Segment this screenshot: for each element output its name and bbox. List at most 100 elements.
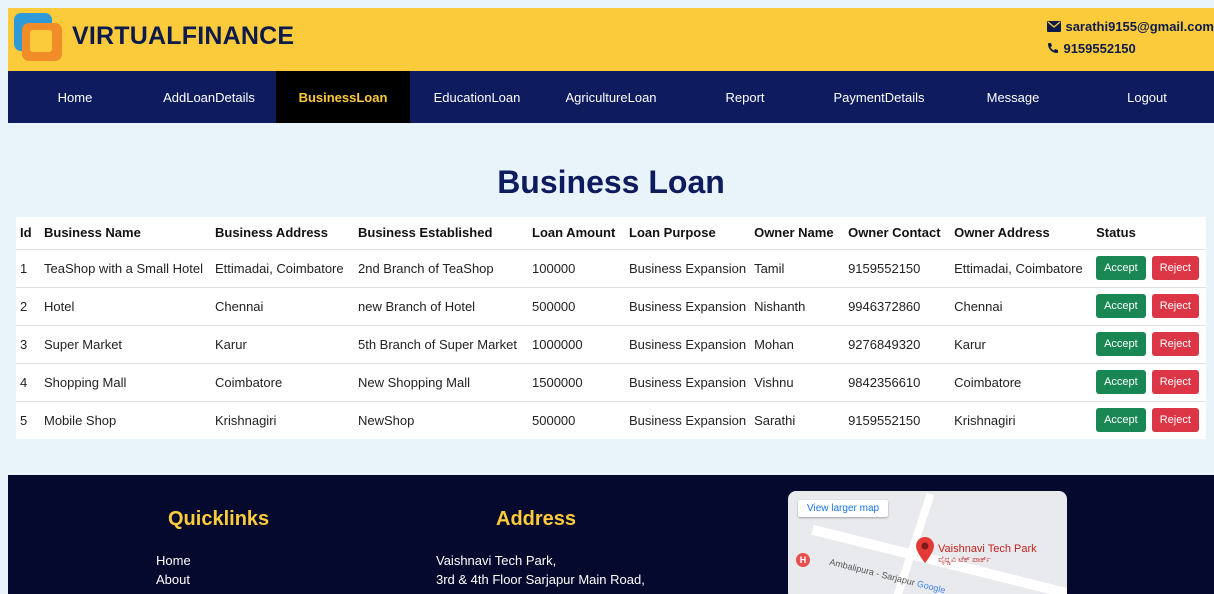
cell-business-address: Karur bbox=[211, 324, 354, 363]
hospital-icon: H bbox=[796, 553, 810, 567]
address-title: Address bbox=[496, 508, 577, 530]
loan-table: Id Business Name Business Address Busine… bbox=[16, 217, 1206, 439]
reject-button[interactable]: Reject bbox=[1151, 294, 1199, 318]
main-nav: Home AddLoanDetails BusinessLoan Educati… bbox=[8, 71, 1214, 123]
email-text[interactable]: sarathi9155@gmail.com bbox=[1065, 19, 1214, 34]
cell-business-name: Hotel bbox=[40, 286, 211, 325]
cell-status: Accept Reject bbox=[1092, 362, 1206, 401]
nav-business-loan[interactable]: BusinessLoan bbox=[276, 71, 410, 123]
cell-loan-purpose: Business Expansion bbox=[625, 286, 751, 325]
cell-owner-name: Nishanth bbox=[750, 286, 845, 325]
table-row: 2 Hotel Chennai new Branch of Hotel 5000… bbox=[16, 286, 1206, 325]
cell-owner-contact: 9159552150 bbox=[844, 248, 951, 287]
footer-link-home[interactable]: Home bbox=[156, 553, 191, 568]
cell-id: 3 bbox=[16, 324, 40, 363]
map-pin-icon bbox=[916, 537, 934, 563]
cell-status: Accept Reject bbox=[1092, 400, 1206, 439]
cell-owner-address: Karur bbox=[950, 324, 1093, 363]
nav-message[interactable]: Message bbox=[946, 71, 1080, 123]
phone-text[interactable]: 9159552150 bbox=[1063, 41, 1135, 56]
cell-business-address: Krishnagiri bbox=[211, 400, 354, 439]
accept-button[interactable]: Accept bbox=[1096, 332, 1146, 356]
address-line: 3rd & 4th Floor Sarjapur Main Road, bbox=[436, 572, 645, 587]
cell-owner-name: Vishnu bbox=[750, 362, 845, 401]
table-row: 4 Shopping Mall Coimbatore New Shopping … bbox=[16, 362, 1206, 401]
map-place-name: Vaishnavi Tech Park bbox=[938, 543, 1037, 555]
cell-business-name: Mobile Shop bbox=[40, 400, 211, 439]
col-header-owner-contact: Owner Contact bbox=[848, 225, 941, 241]
cell-owner-contact: 9946372860 bbox=[844, 286, 951, 325]
brand-name: VIRTUALFINANCE bbox=[72, 22, 295, 50]
cell-id: 1 bbox=[16, 248, 40, 287]
col-header-status: Status bbox=[1096, 225, 1136, 241]
nav-add-loan-details[interactable]: AddLoanDetails bbox=[142, 71, 276, 123]
cell-id: 5 bbox=[16, 400, 40, 439]
cell-status: Accept Reject bbox=[1092, 248, 1206, 287]
col-header-business-address: Business Address bbox=[215, 225, 328, 241]
map-provider-label: Google bbox=[915, 578, 947, 594]
cell-owner-contact: 9276849320 bbox=[844, 324, 951, 363]
table-row: 3 Super Market Karur 5th Branch of Super… bbox=[16, 324, 1206, 363]
page-title: Business Loan bbox=[497, 164, 725, 200]
accept-button[interactable]: Accept bbox=[1096, 294, 1146, 318]
nav-logout[interactable]: Logout bbox=[1080, 71, 1214, 123]
cell-loan-purpose: Business Expansion bbox=[625, 248, 751, 287]
cell-status: Accept Reject bbox=[1092, 286, 1206, 325]
cell-owner-address: Chennai bbox=[950, 286, 1093, 325]
cell-loan-purpose: Business Expansion bbox=[625, 400, 751, 439]
reject-button[interactable]: Reject bbox=[1151, 408, 1199, 433]
reject-button[interactable]: Reject bbox=[1151, 370, 1199, 394]
cell-business-established: new Branch of Hotel bbox=[354, 286, 528, 325]
accept-button[interactable]: Accept bbox=[1096, 408, 1146, 433]
col-header-business-established: Business Established bbox=[358, 225, 493, 241]
col-header-id: Id bbox=[20, 225, 32, 241]
cell-loan-purpose: Business Expansion bbox=[625, 324, 751, 363]
nav-home[interactable]: Home bbox=[8, 71, 142, 123]
reject-button[interactable]: Reject bbox=[1151, 256, 1199, 280]
cell-business-address: Ettimadai, Coimbatore bbox=[211, 248, 354, 287]
nav-payment-details[interactable]: PaymentDetails bbox=[812, 71, 946, 123]
col-header-loan-purpose: Loan Purpose bbox=[629, 225, 716, 241]
cell-owner-contact: 9842356610 bbox=[844, 362, 951, 401]
cell-business-address: Coimbatore bbox=[211, 362, 354, 401]
cell-business-address: Chennai bbox=[211, 286, 354, 325]
table-row: 5 Mobile Shop Krishnagiri NewShop 500000… bbox=[16, 400, 1206, 439]
cell-business-name: Super Market bbox=[40, 324, 211, 363]
cell-owner-name: Sarathi bbox=[750, 400, 845, 439]
nav-education-loan[interactable]: EducationLoan bbox=[410, 71, 544, 123]
cell-business-name: Shopping Mall bbox=[40, 362, 211, 401]
col-header-business-name: Business Name bbox=[44, 225, 141, 241]
col-header-loan-amount: Loan Amount bbox=[532, 225, 616, 241]
map-place-label: Vaishnavi Tech Park ವೈಷ್ಣವಿ ಟೆಕ್ ಪಾರ್ಕ್ bbox=[938, 543, 1037, 565]
nav-report[interactable]: Report bbox=[678, 71, 812, 123]
embedded-map[interactable]: View larger map H Vaishnavi Tech Park ವೈ… bbox=[788, 491, 1067, 594]
cell-loan-amount: 500000 bbox=[528, 286, 625, 325]
phone-row: 9159552150 bbox=[1047, 38, 1214, 58]
footer: Quicklinks Home About Address Vaishnavi … bbox=[8, 475, 1214, 594]
footer-link-about[interactable]: About bbox=[156, 572, 190, 587]
logo-icon bbox=[14, 13, 66, 65]
cell-loan-amount: 100000 bbox=[528, 248, 625, 287]
cell-owner-address: Krishnagiri bbox=[950, 400, 1093, 439]
email-row: sarathi9155@gmail.com bbox=[1047, 16, 1214, 36]
reject-button[interactable]: Reject bbox=[1151, 332, 1199, 356]
top-header: VIRTUALFINANCE sarathi9155@gmail.com 915… bbox=[8, 8, 1214, 71]
nav-agriculture-loan[interactable]: AgricultureLoan bbox=[544, 71, 678, 123]
accept-button[interactable]: Accept bbox=[1096, 370, 1146, 394]
phone-icon bbox=[1048, 43, 1059, 53]
col-header-owner-address: Owner Address bbox=[954, 225, 1050, 241]
address-line: Vaishnavi Tech Park, bbox=[436, 553, 557, 568]
cell-business-established: NewShop bbox=[354, 400, 528, 439]
cell-business-established: New Shopping Mall bbox=[354, 362, 528, 401]
cell-business-established: 2nd Branch of TeaShop bbox=[354, 248, 528, 287]
view-larger-map-link[interactable]: View larger map bbox=[798, 500, 889, 517]
accept-button[interactable]: Accept bbox=[1096, 256, 1146, 280]
cell-owner-address: Coimbatore bbox=[950, 362, 1093, 401]
cell-id: 4 bbox=[16, 362, 40, 401]
cell-status: Accept Reject bbox=[1092, 324, 1206, 363]
cell-owner-name: Tamil bbox=[750, 248, 845, 287]
cell-owner-name: Mohan bbox=[750, 324, 845, 363]
map-place-subtitle: ವೈಷ್ಣವಿ ಟೆಕ್ ಪಾರ್ಕ್ bbox=[938, 555, 991, 564]
cell-id: 2 bbox=[16, 286, 40, 325]
cell-loan-amount: 1500000 bbox=[528, 362, 625, 401]
